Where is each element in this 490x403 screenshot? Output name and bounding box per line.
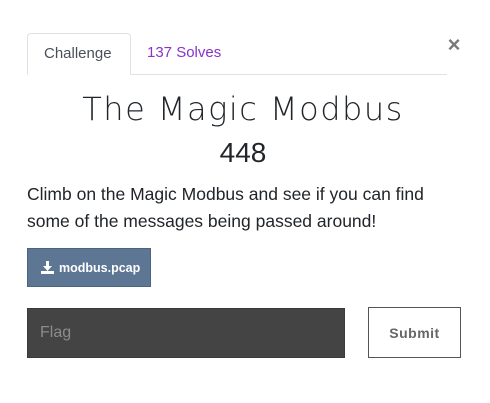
submit-button[interactable]: Submit: [368, 307, 461, 358]
flag-input[interactable]: [27, 308, 345, 358]
file-name: modbus.pcap: [59, 260, 141, 275]
download-icon: [41, 261, 54, 274]
challenge-name: The Magic Modbus: [82, 90, 404, 128]
tab-challenge[interactable]: Challenge: [27, 33, 131, 75]
tab-solves[interactable]: 137 Solves: [131, 33, 237, 73]
challenge-value: 448: [219, 137, 267, 168]
challenge-description: Climb on the Magic Modbus and see if you…: [27, 184, 424, 231]
close-icon[interactable]: ×: [444, 34, 464, 56]
file-download-button[interactable]: modbus.pcap: [27, 248, 151, 287]
challenge-tabs: Challenge 137 Solves: [27, 33, 447, 75]
